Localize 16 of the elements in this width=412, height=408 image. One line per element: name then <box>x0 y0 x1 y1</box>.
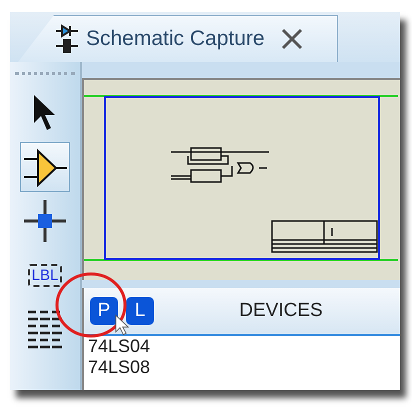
library-button[interactable]: L <box>126 297 154 325</box>
mouse-cursor-icon <box>114 314 130 336</box>
library-button[interactable]: P <box>90 297 118 325</box>
devices-title: DEVICES <box>238 300 324 322</box>
buffer-gate-icon <box>22 147 68 187</box>
device-item[interactable]: 74LS08 <box>84 357 400 378</box>
text-script-icon <box>26 309 64 349</box>
label-tool[interactable]: LBL <box>20 250 70 300</box>
junction-icon <box>22 198 68 244</box>
schematic-capture-tab[interactable]: Schematic Capture <box>18 15 338 62</box>
diode-capacitor-icon <box>54 24 80 54</box>
device-item[interactable]: 74LS04 <box>84 336 400 357</box>
wire-label-tool: LBL <box>28 264 62 286</box>
close-icon[interactable] <box>280 28 303 50</box>
component-tool[interactable] <box>20 142 70 192</box>
tab-title: Schematic Capture <box>86 27 265 51</box>
